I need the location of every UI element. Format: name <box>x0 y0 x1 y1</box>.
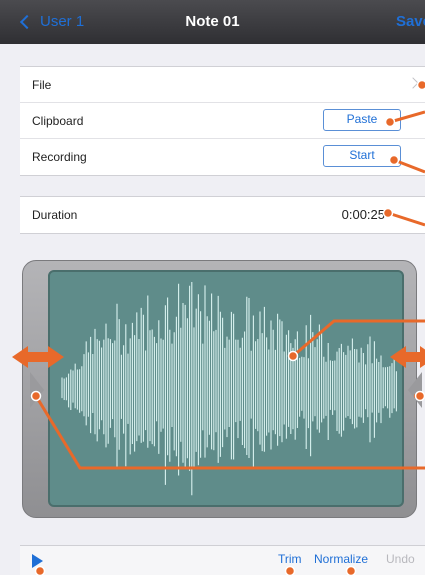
play-icon[interactable] <box>32 554 43 568</box>
left-margin <box>0 44 20 575</box>
right-trim-handle-icon[interactable] <box>408 372 422 408</box>
waveform-display[interactable] <box>48 270 404 507</box>
duration-label: Duration <box>32 208 78 222</box>
recording-label: Recording <box>32 150 87 164</box>
start-recording-button[interactable]: Start <box>323 145 401 167</box>
waveform-graph <box>61 282 397 496</box>
recording-row: Recording Start <box>20 139 425 175</box>
file-label: File <box>32 77 52 92</box>
clipboard-label: Clipboard <box>32 113 84 128</box>
trim-button[interactable]: Trim <box>278 552 302 566</box>
page-title: Note 01 <box>185 13 240 30</box>
duration-section: Duration 0:00:25 <box>20 196 425 234</box>
source-section: File Clipboard Paste Recording Start <box>20 66 425 176</box>
navigation-bar: User 1 Note 01 Save <box>0 0 425 44</box>
left-trim-handle-icon[interactable] <box>30 372 44 408</box>
chevron-right-icon <box>407 77 419 89</box>
normalize-button[interactable]: Normalize <box>314 552 368 566</box>
duration-row: Duration 0:00:25 <box>20 197 425 233</box>
paste-button[interactable]: Paste <box>323 109 401 131</box>
undo-button[interactable]: Undo <box>386 552 415 566</box>
bottom-toolbar: Trim Normalize Undo <box>20 545 425 575</box>
save-button[interactable]: Save <box>396 13 425 30</box>
duration-value: 0:00:25 <box>341 207 385 222</box>
clipboard-row: Clipboard Paste <box>20 103 425 139</box>
file-row[interactable]: File <box>20 67 425 103</box>
